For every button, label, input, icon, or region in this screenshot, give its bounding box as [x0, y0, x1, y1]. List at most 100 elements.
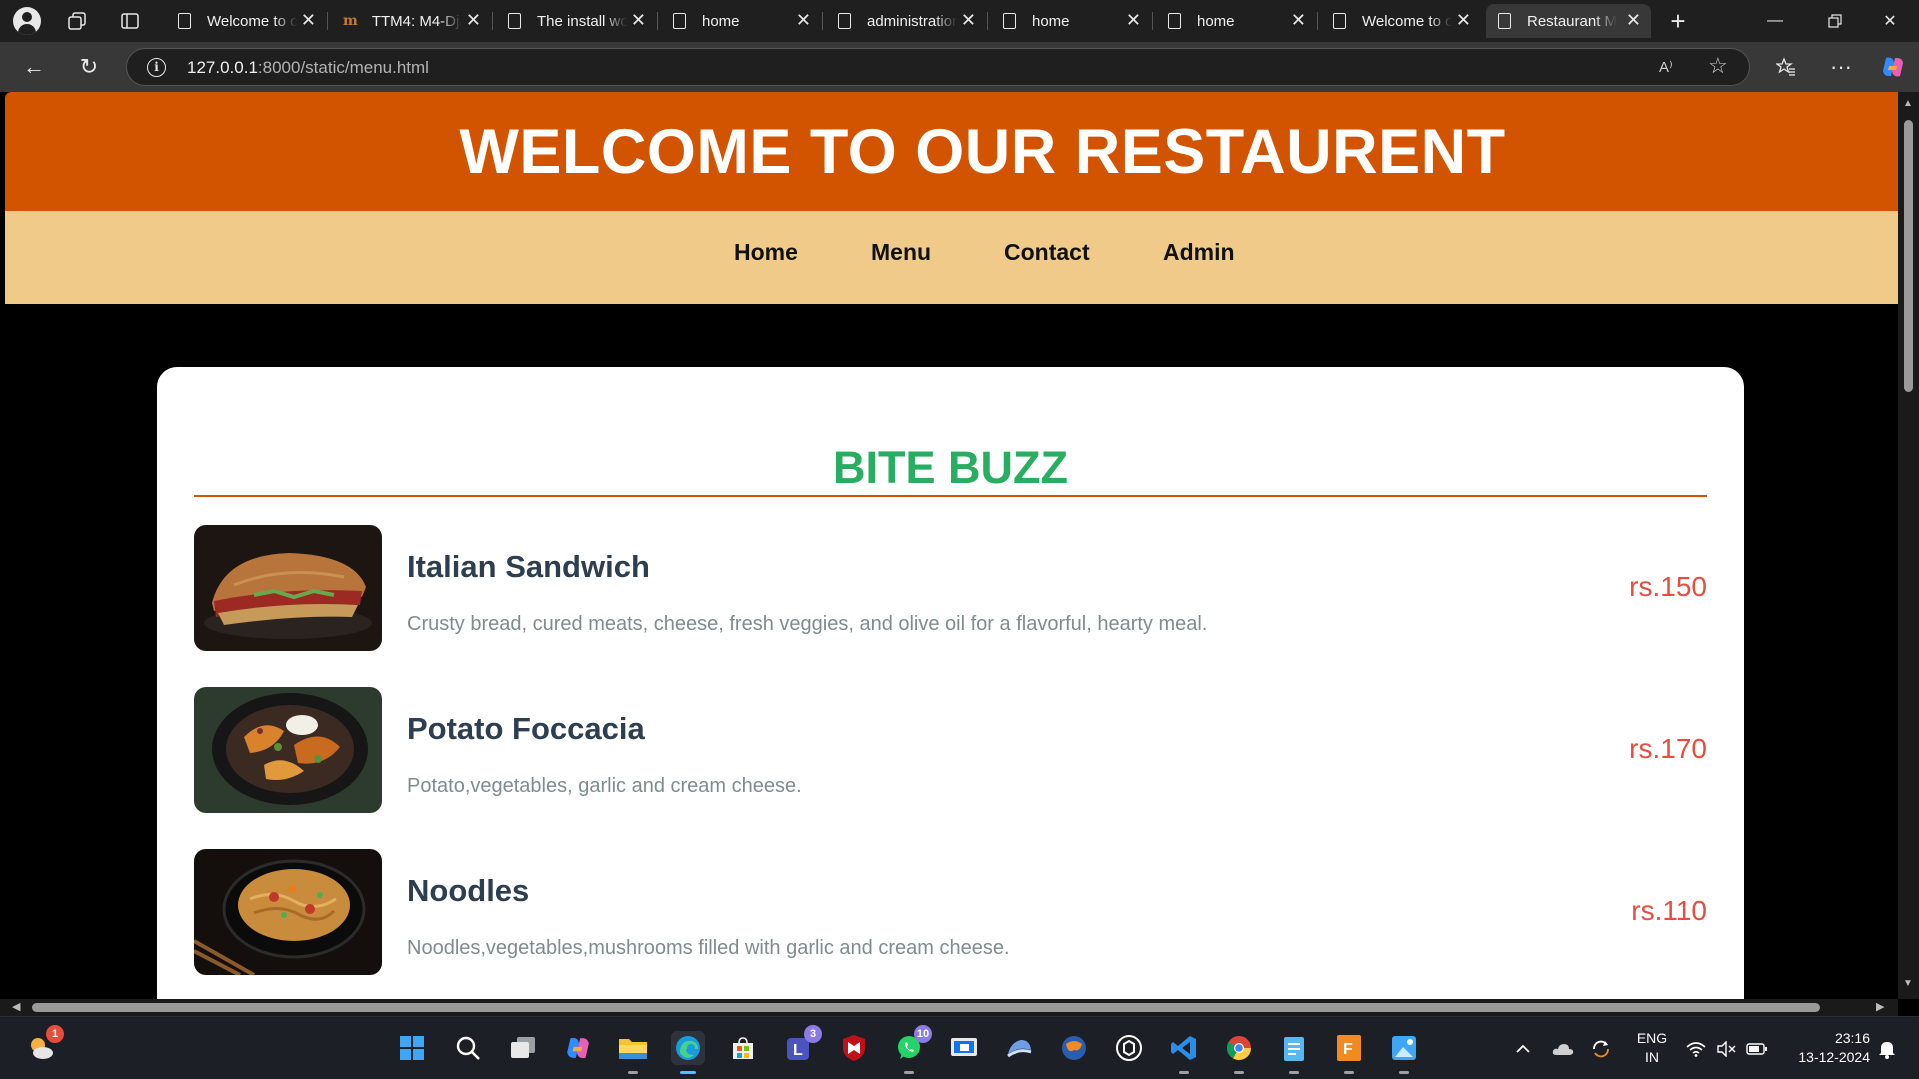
- item-description: Crusty bread, cured meats, cheese, fresh…: [407, 613, 1208, 635]
- tab-title: home: [702, 12, 740, 30]
- mcafee-shield-icon[interactable]: [837, 1031, 871, 1065]
- favorite-star-icon[interactable]: ☆: [1708, 53, 1728, 79]
- more-options-icon[interactable]: ···: [1826, 52, 1856, 82]
- search-icon[interactable]: [451, 1031, 485, 1065]
- notification-badge: 1: [46, 1025, 64, 1043]
- svg-text:L: L: [793, 1042, 803, 1059]
- nav-link-contact[interactable]: Contact: [1004, 239, 1090, 266]
- back-arrow-icon[interactable]: ←: [19, 52, 49, 82]
- refresh-icon[interactable]: ↻: [74, 52, 104, 82]
- browser-tab[interactable]: Welcome to our Restaurant ✕: [1321, 4, 1481, 38]
- start-windows-icon[interactable]: [395, 1031, 429, 1065]
- close-tab-icon[interactable]: ✕: [301, 10, 316, 31]
- scrollbar-thumb[interactable]: [1904, 120, 1913, 392]
- scroll-left-icon[interactable]: ◀: [12, 1000, 20, 1013]
- scrollbar-thumb[interactable]: [32, 1003, 1820, 1012]
- scroll-up-icon[interactable]: ▲: [1903, 98, 1913, 109]
- cloud-app-icon[interactable]: [1002, 1031, 1036, 1065]
- tab-title: administration: [867, 12, 957, 30]
- page-icon: [1498, 13, 1511, 29]
- browser-tab-bar: Welcome to our Restaurant ✕ m TTM4: M4-D…: [0, 0, 1919, 42]
- remote-desktop-icon[interactable]: [947, 1031, 981, 1065]
- close-tab-icon[interactable]: ✕: [1456, 10, 1471, 31]
- site-header: WELCOME TO OUR RESTAURENT: [5, 92, 1898, 211]
- browser-tab[interactable]: Welcome to our Restaurant ✕: [166, 4, 328, 38]
- profile-avatar-icon[interactable]: [12, 6, 42, 36]
- show-hidden-icons-chevron-icon[interactable]: [1515, 1017, 1531, 1079]
- menu-item: Noodles Noodles,vegetables,mushrooms fil…: [194, 849, 1707, 975]
- close-tab-icon[interactable]: ✕: [466, 10, 481, 31]
- photos-app-icon[interactable]: [1387, 1031, 1421, 1074]
- vscode-icon[interactable]: [1167, 1031, 1201, 1074]
- wifi-icon[interactable]: [1686, 1017, 1706, 1079]
- close-window-icon[interactable]: ✕: [1860, 0, 1919, 42]
- edge-browser-icon[interactable]: [671, 1031, 705, 1074]
- nav-link-menu[interactable]: Menu: [871, 239, 931, 266]
- tab-title: Welcome to our Restaurant: [207, 12, 297, 30]
- notepad-icon[interactable]: [1277, 1031, 1311, 1074]
- minimize-icon[interactable]: —: [1745, 0, 1805, 42]
- tab-title: The install worked successfully: [537, 12, 627, 30]
- close-tab-icon[interactable]: ✕: [1126, 10, 1141, 31]
- sync-icon[interactable]: [1590, 1017, 1612, 1079]
- tab-title: home: [1032, 12, 1070, 30]
- svg-text:F: F: [1343, 1041, 1353, 1058]
- close-tab-icon[interactable]: ✕: [796, 10, 811, 31]
- noodles-photo: [194, 849, 382, 975]
- chrome-icon[interactable]: [1222, 1031, 1256, 1074]
- vertical-scrollbar[interactable]: ▲ ▼: [1898, 92, 1919, 999]
- browser-globe-icon[interactable]: [1057, 1031, 1091, 1065]
- address-bar[interactable]: i 127.0.0.1:8000/static/menu.html A⁾ ☆: [126, 48, 1750, 86]
- volume-muted-icon[interactable]: [1716, 1017, 1736, 1079]
- browser-tab[interactable]: administration ✕: [826, 4, 988, 38]
- horizontal-scrollbar[interactable]: ◀ ▶: [0, 999, 1898, 1016]
- task-view-icon[interactable]: [506, 1031, 540, 1065]
- scroll-down-icon[interactable]: ▼: [1903, 978, 1913, 989]
- favorites-icon[interactable]: [1771, 52, 1801, 82]
- read-aloud-icon[interactable]: A⁾: [1659, 58, 1673, 76]
- whatsapp-icon[interactable]: 10: [892, 1025, 932, 1074]
- close-tab-icon[interactable]: ✕: [631, 10, 646, 31]
- site-nav: Home Menu Contact Admin: [5, 211, 1898, 304]
- nav-link-admin[interactable]: Admin: [1163, 239, 1235, 266]
- nav-link-home[interactable]: Home: [734, 239, 798, 266]
- page-icon: [1168, 13, 1181, 29]
- input-language[interactable]: ENG IN: [1630, 1029, 1674, 1067]
- notifications-bell-icon[interactable]: [1878, 1017, 1896, 1079]
- tab-title: Restaurant Menu: [1527, 12, 1617, 30]
- vertical-tabs-icon[interactable]: [115, 6, 145, 36]
- microsoft-store-icon[interactable]: [726, 1031, 760, 1065]
- site-info-icon[interactable]: i: [147, 58, 166, 77]
- scroll-right-icon[interactable]: ▶: [1876, 1000, 1884, 1013]
- workspaces-icon[interactable]: [62, 6, 92, 36]
- browser-tab[interactable]: home ✕: [661, 4, 823, 38]
- tab-title: TTM4: M4-Django: [371, 12, 462, 30]
- system-clock[interactable]: 23:16 13-12-2024: [1780, 1029, 1870, 1067]
- page-icon: [1333, 13, 1346, 29]
- url-text[interactable]: 127.0.0.1:8000/static/menu.html: [187, 58, 429, 78]
- menu-title: BITE BUZZ: [833, 442, 1068, 493]
- browser-tab[interactable]: home ✕: [991, 4, 1153, 38]
- teams-icon[interactable]: L 3: [782, 1025, 822, 1065]
- close-tab-icon[interactable]: ✕: [1291, 10, 1306, 31]
- copilot-icon[interactable]: [1878, 52, 1908, 82]
- new-tab-icon[interactable]: +: [1663, 6, 1693, 36]
- weather-widget-icon[interactable]: 1: [24, 1025, 64, 1065]
- file-explorer-icon[interactable]: [616, 1031, 650, 1074]
- item-name: Italian Sandwich: [407, 549, 650, 584]
- chatgpt-icon[interactable]: [1112, 1031, 1146, 1065]
- item-name: Noodles: [407, 873, 530, 908]
- flutter-app-icon[interactable]: F: [1332, 1031, 1366, 1074]
- copilot-app-icon[interactable]: [561, 1031, 595, 1065]
- browser-tab[interactable]: m TTM4: M4-Django ✕: [331, 4, 493, 38]
- close-tab-icon[interactable]: ✕: [961, 10, 976, 31]
- browser-tab[interactable]: home ✕: [1156, 4, 1318, 38]
- close-tab-icon[interactable]: ✕: [1626, 10, 1641, 31]
- browser-tab[interactable]: The install worked successfully ✕: [496, 4, 658, 38]
- browser-tab-active[interactable]: Restaurant Menu ✕: [1486, 4, 1651, 38]
- page-icon: [508, 13, 521, 29]
- restore-icon[interactable]: [1805, 0, 1865, 42]
- onedrive-cloud-icon[interactable]: [1551, 1017, 1575, 1079]
- battery-icon[interactable]: [1746, 1017, 1768, 1079]
- page-viewport: WELCOME TO OUR RESTAURENT Home Menu Cont…: [5, 92, 1898, 999]
